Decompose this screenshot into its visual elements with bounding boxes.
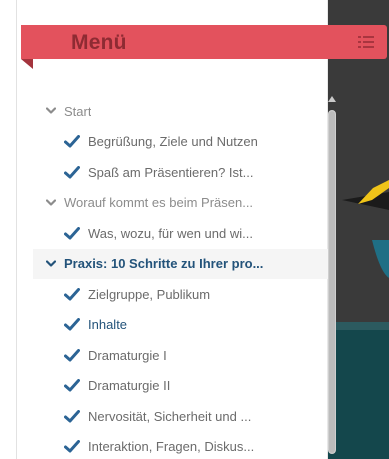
menu-item-label: Inhalte xyxy=(88,317,128,333)
menu-item-label: Worauf kommt es beim Präsen... xyxy=(64,195,254,211)
check-icon xyxy=(64,409,80,423)
menu-item-label: Spaß am Präsentieren? Ist... xyxy=(88,164,254,180)
menu-item[interactable]: Dramaturgie II xyxy=(33,371,329,402)
menu-item[interactable]: Spaß am Präsentieren? Ist... xyxy=(33,157,329,188)
menu-section[interactable]: Start xyxy=(33,96,329,127)
check-icon xyxy=(64,440,80,453)
check-icon xyxy=(64,287,80,301)
check-icon xyxy=(64,165,80,179)
list-icon[interactable] xyxy=(358,35,374,49)
menu-item[interactable]: Inhalte xyxy=(33,310,329,341)
content-graphic xyxy=(342,180,389,278)
content-preview xyxy=(328,0,389,459)
chevron-down-icon xyxy=(46,260,56,268)
menu-section[interactable]: Praxis: 10 Schritte zu Ihrer pro... xyxy=(33,248,329,279)
check-icon xyxy=(64,348,80,362)
chevron-down-icon xyxy=(46,107,56,115)
scrollbar-thumb[interactable] xyxy=(329,111,335,453)
menu-section[interactable]: Worauf kommt es beim Präsen... xyxy=(33,188,329,219)
check-icon xyxy=(64,135,80,148)
menu-item-label: Was, wozu, für wen und wi... xyxy=(88,225,253,241)
menu-item-label: Dramaturgie I xyxy=(88,347,167,363)
check-icon xyxy=(64,318,80,331)
menu-item[interactable]: Zielgruppe, Publikum xyxy=(33,279,329,310)
check-icon xyxy=(64,379,80,392)
menu-item-label: Praxis: 10 Schritte zu Ihrer pro... xyxy=(64,256,264,272)
menu-item-label: Begrüßung, Ziele und Nutzen xyxy=(88,134,258,150)
menu-panel: Menü Start Begrüßung, Ziele und Nutzen Spa… xyxy=(16,0,387,459)
menu-item[interactable]: Dramaturgie I xyxy=(33,340,329,371)
menu-item[interactable]: Interaktion, Fragen, Diskus... xyxy=(33,432,329,459)
ribbon-fold xyxy=(21,59,33,69)
menu-item-label: Interaktion, Fragen, Diskus... xyxy=(88,439,255,455)
menu-item-label: Dramaturgie II xyxy=(88,378,171,394)
menu-item-label: Start xyxy=(64,103,92,119)
menu-item[interactable]: Begrüßung, Ziele und Nutzen xyxy=(33,127,329,158)
menu-item-label: Zielgruppe, Publikum xyxy=(88,286,211,302)
scroll-up-arrow[interactable] xyxy=(328,96,336,102)
menu-item-label: Nervosität, Sicherheit und ... xyxy=(88,408,252,424)
menu-item[interactable]: Was, wozu, für wen und wi... xyxy=(33,218,329,249)
menu-list: Start Begrüßung, Ziele und Nutzen Spaß am … xyxy=(33,96,329,459)
check-icon xyxy=(64,226,80,240)
menu-item[interactable]: Nervosität, Sicherheit und ... xyxy=(33,401,329,432)
menu-title: Menü xyxy=(71,31,127,54)
chevron-down-icon xyxy=(46,199,56,207)
